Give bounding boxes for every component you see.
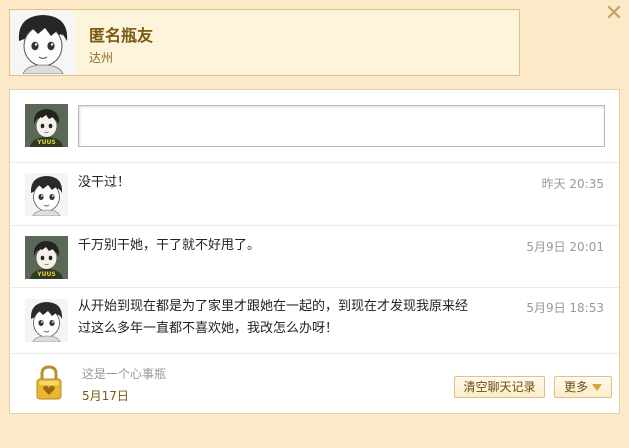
message-time: 5月9日 20:01 [526, 240, 604, 254]
dropdown-arrow-icon [592, 384, 602, 391]
message-time: 5月9日 18:53 [526, 301, 604, 315]
bottle-footer: 这是一个心事瓶 5月17日 清空聊天记录 更多 [10, 354, 619, 414]
message-input[interactable] [78, 105, 605, 147]
my-avatar [25, 104, 68, 147]
contact-location: 达州 [89, 51, 114, 65]
message-row: 从开始到现在都是为了家里才跟她在一起的，到现在才发现我原来经 过这么多年一直都不… [10, 288, 619, 354]
compose-row [10, 90, 619, 163]
close-icon[interactable]: ✕ [603, 3, 625, 25]
message-row: 没干过！ 昨天 20:35 [10, 163, 619, 226]
sender-avatar[interactable] [25, 173, 68, 216]
more-button-label: 更多 [563, 380, 588, 394]
sender-avatar[interactable] [25, 236, 68, 279]
message-text: 千万别干她，干了就不好甩了。 [78, 238, 261, 253]
padlock-heart-icon [36, 364, 62, 400]
message-time: 昨天 20:35 [541, 177, 604, 191]
message-text: 没干过！ [78, 175, 131, 190]
contact-name: 匿名瓶友 [89, 26, 154, 45]
contact-header: 匿名瓶友 达州 [9, 9, 520, 76]
message-line: 从开始到现在都是为了家里才跟她在一起的，到现在才发现我原来经 [78, 299, 469, 314]
more-button[interactable]: 更多 [554, 376, 612, 398]
clear-history-button[interactable]: 清空聊天记录 [454, 376, 545, 398]
contact-avatar[interactable] [11, 11, 75, 74]
bottle-hint: 这是一个心事瓶 [82, 367, 167, 381]
bottle-date: 5月17日 [82, 389, 129, 403]
message-row: 千万别干她，干了就不好甩了。 5月9日 20:01 [10, 226, 619, 288]
message-line: 过这么多年一直都不喜欢她，我改怎么办呀！ [78, 321, 339, 336]
sender-avatar[interactable] [25, 299, 68, 342]
message-text: 从开始到现在都是为了家里才跟她在一起的，到现在才发现我原来经 过这么多年一直都不… [78, 296, 518, 340]
chat-panel: 没干过！ 昨天 20:35 千万别干她，干了就不好甩了。 5月9日 20:01 … [9, 89, 620, 414]
